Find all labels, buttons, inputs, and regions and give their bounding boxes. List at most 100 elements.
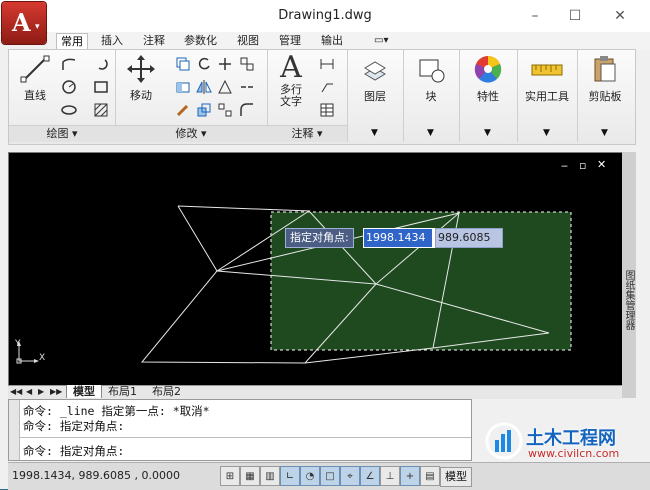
fillet-icon[interactable] (237, 100, 257, 120)
panel-modify-label[interactable]: 修改 ▾ (115, 125, 267, 142)
properties-label: 特性 (477, 90, 499, 103)
ucs-y-label: Y (15, 339, 21, 349)
scale-icon[interactable] (194, 100, 214, 120)
infer-constraints-icon[interactable]: ⊞ (220, 466, 240, 486)
tab-home[interactable]: 常用 (56, 33, 88, 50)
panel-block[interactable]: 块 ▼ (403, 50, 460, 142)
line-icon (20, 55, 50, 83)
mtext-label-2: 文字 (280, 95, 302, 108)
3d-object-snap-icon[interactable]: ⌖ (340, 466, 360, 486)
tab-manage[interactable]: 管理 (275, 33, 305, 49)
array-icon[interactable] (237, 54, 257, 74)
rotate-icon[interactable] (194, 54, 214, 74)
layers-label: 图层 (364, 90, 386, 103)
break-icon[interactable] (237, 77, 257, 97)
block-icon (419, 59, 445, 83)
model-space-button[interactable]: 模型 (440, 467, 472, 487)
mirror-triangle-icon[interactable] (215, 77, 235, 97)
tab-model[interactable]: 模型 (66, 385, 102, 398)
explode-icon[interactable] (215, 100, 235, 120)
viewport-restore-icon[interactable]: ▫ (579, 159, 586, 172)
title-bar: Drawing1.dwg – ☐ ✕ (0, 0, 650, 33)
maximize-button[interactable]: ☐ (560, 6, 590, 26)
tab-layout2[interactable]: 布局2 (146, 385, 187, 398)
erase-icon[interactable] (173, 100, 193, 120)
drawing-svg (16, 205, 572, 364)
viewport-minimize-icon[interactable]: ‒ (561, 159, 568, 172)
nav-prev-icon[interactable]: ◀ (24, 385, 34, 398)
chevron-down-icon: ▼ (601, 128, 608, 138)
panel-draw-label[interactable]: 绘图 ▾ (9, 125, 115, 142)
chevron-down-icon: ▾ (35, 22, 40, 32)
rectangle-icon[interactable] (91, 77, 111, 97)
tab-annotate[interactable]: 注释 (139, 33, 169, 49)
command-window[interactable]: 命令: _line 指定第一点: *取消* 命令: 指定对角点: 命令: 指定对… (8, 399, 472, 461)
grid-display-icon[interactable]: ▥ (260, 466, 280, 486)
undo-arc-icon[interactable] (91, 54, 111, 74)
tab-view[interactable]: 视图 (233, 33, 263, 49)
layers-icon (364, 61, 386, 81)
snap-mode-icon[interactable]: ▦ (240, 466, 260, 486)
panel-annotation-label[interactable]: 注释 ▾ (267, 125, 347, 142)
measure-ruler-icon (531, 64, 563, 76)
dynamic-input-icon[interactable]: + (400, 466, 420, 486)
panel-modify: 移动 修改 ▾ (115, 50, 268, 142)
dynamic-input-y[interactable]: 989.6085 (435, 228, 503, 248)
nav-first-icon[interactable]: ◀◀ (8, 385, 24, 398)
text-a-icon: A (280, 50, 302, 85)
panel-layers[interactable]: 图层 ▼ (347, 50, 404, 142)
dynamic-input-x[interactable]: 1998.1434 (363, 228, 433, 248)
lineweight-icon[interactable]: ▤ (420, 466, 440, 486)
ortho-mode-icon[interactable]: ∟ (280, 466, 300, 486)
object-snap-icon[interactable]: □ (320, 466, 340, 486)
chevron-down-icon: ▼ (427, 128, 434, 138)
model-space-canvas[interactable]: Y X ‒ ▫ ✕ (8, 152, 624, 386)
coordinate-readout[interactable]: 1998.1434, 989.6085 , 0.0000 (12, 469, 180, 482)
ellipse-icon[interactable] (59, 100, 79, 120)
copy-icon[interactable] (173, 54, 193, 74)
move-arrows-icon (127, 55, 155, 83)
ribbon-minimize-icon[interactable]: ▭▾ (370, 33, 392, 49)
watermark: 土木工程网 www.civilcn.com (476, 420, 650, 462)
trim-icon[interactable] (215, 54, 235, 74)
linear-dimension-icon[interactable] (317, 54, 337, 74)
sheet-set-manager-palette[interactable]: 图纸集管理器 (622, 152, 636, 398)
nav-next-icon[interactable]: ▶ (36, 385, 46, 398)
minimize-button[interactable]: – (520, 6, 550, 26)
tab-output[interactable]: 输出 (317, 33, 347, 49)
command-window-grip[interactable] (9, 400, 20, 460)
command-history-line-1: 命令: _line 指定第一点: *取消* (23, 404, 210, 418)
tab-layout1[interactable]: 布局1 (102, 385, 143, 398)
circle-icon[interactable] (59, 77, 79, 97)
object-snap-tracking-icon[interactable]: ∠ (360, 466, 380, 486)
polyline-icon[interactable] (59, 54, 79, 74)
line-button[interactable]: 直线 (13, 54, 57, 106)
tab-parametric[interactable]: 参数化 (180, 33, 221, 49)
allow-ucs-icon[interactable]: ⊥ (380, 466, 400, 486)
hatch-icon[interactable] (91, 100, 111, 120)
move-button[interactable]: 移动 (119, 54, 163, 106)
watermark-logo-icon (485, 422, 523, 460)
application-menu-button[interactable]: A ▾ (2, 2, 46, 44)
panel-clipboard[interactable]: 剪贴板 ▼ (577, 50, 633, 142)
command-prompt[interactable]: 命令: 指定对角点: (23, 443, 124, 459)
mtext-button[interactable]: A 多行 文字 (271, 52, 311, 112)
table-icon[interactable] (317, 100, 337, 120)
watermark-url: www.civilcn.com (528, 447, 620, 460)
viewport-close-icon[interactable]: ✕ (597, 158, 606, 171)
ribbon: 直线 绘图 ▾ 移动 修改 ▾ A 多行 文字 注释 ▾ 图层 ▼ 块 ▼ 特性… (8, 49, 636, 145)
leader-icon[interactable] (317, 77, 337, 97)
block-label: 块 (425, 90, 437, 103)
nav-last-icon[interactable]: ▶▶ (48, 385, 64, 398)
window-title: Drawing1.dwg (278, 8, 372, 23)
mirror-icon[interactable] (194, 77, 214, 97)
panel-draw: 直线 绘图 ▾ (9, 50, 116, 142)
polar-tracking-icon[interactable]: ◔ (300, 466, 320, 486)
chevron-down-icon: ▼ (484, 128, 491, 138)
stretch-icon[interactable] (173, 77, 193, 97)
dynamic-input-prompt: 指定对角点: (285, 228, 354, 248)
tab-insert[interactable]: 插入 (97, 33, 127, 49)
panel-properties[interactable]: 特性 ▼ (459, 50, 518, 142)
close-button[interactable]: ✕ (605, 6, 635, 26)
panel-utilities[interactable]: 实用工具 ▼ (517, 50, 578, 142)
